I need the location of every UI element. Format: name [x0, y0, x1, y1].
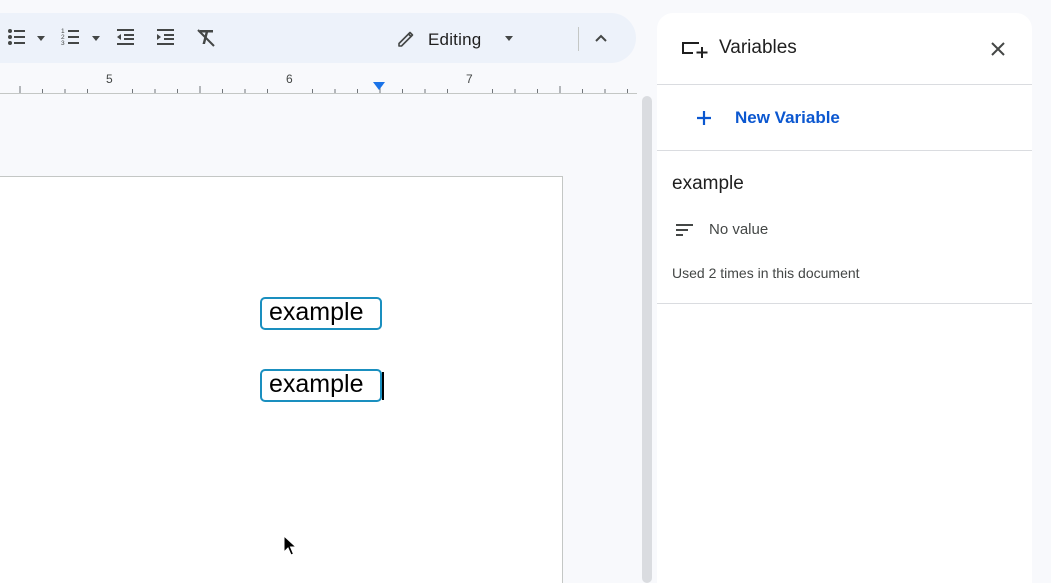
variables-panel: Variables New Variable example No value …: [657, 13, 1032, 583]
editing-mode-dropdown[interactable]: Editing: [394, 21, 554, 55]
clear-formatting-icon[interactable]: [195, 26, 217, 53]
plus-icon: [695, 109, 713, 132]
toolbar-divider: [578, 27, 579, 51]
scrollbar[interactable]: [642, 96, 652, 583]
pencil-icon: [396, 29, 416, 54]
toolbar: 1 2 3 Editing: [0, 13, 636, 63]
variable-value: No value: [709, 221, 769, 238]
panel-header: Variables: [657, 13, 1032, 85]
indent-marker-icon: [373, 82, 385, 90]
text-cursor: [382, 372, 384, 400]
divider: [657, 303, 1032, 304]
horizontal-ruler[interactable]: 5 6 7: [0, 70, 637, 94]
variable-chip[interactable]: example: [260, 369, 382, 402]
short-text-icon: [675, 221, 695, 244]
ruler-ticks: [19, 82, 628, 93]
panel-title: Variables: [719, 37, 797, 58]
close-icon[interactable]: [988, 39, 1008, 59]
new-variable-button[interactable]: New Variable: [693, 103, 863, 133]
variable-usage-text: Used 2 times in this document: [672, 265, 860, 281]
variable-value-row[interactable]: No value: [675, 219, 875, 241]
chevron-down-icon[interactable]: [92, 36, 100, 41]
svg-text:3: 3: [61, 40, 65, 47]
editing-mode-label: Editing: [428, 30, 482, 49]
ruler-number: 6: [286, 72, 293, 86]
divider: [657, 150, 1032, 151]
variables-icon: [681, 39, 709, 64]
variable-name[interactable]: example: [672, 173, 744, 195]
new-variable-label: New Variable: [735, 108, 840, 127]
ruler-number: 7: [466, 72, 473, 86]
decrease-indent-icon[interactable]: [115, 26, 137, 53]
mouse-pointer-icon: [283, 534, 299, 562]
chevron-down-icon[interactable]: [37, 36, 45, 41]
chevron-down-icon: [505, 36, 513, 41]
bullet-list-icon[interactable]: [6, 26, 28, 53]
variable-chip[interactable]: example: [260, 297, 382, 330]
numbered-list-icon[interactable]: 1 2 3: [60, 26, 82, 53]
ruler-number: 5: [106, 72, 113, 86]
collapse-toolbar-icon[interactable]: [591, 28, 611, 53]
increase-indent-icon[interactable]: [155, 26, 177, 53]
